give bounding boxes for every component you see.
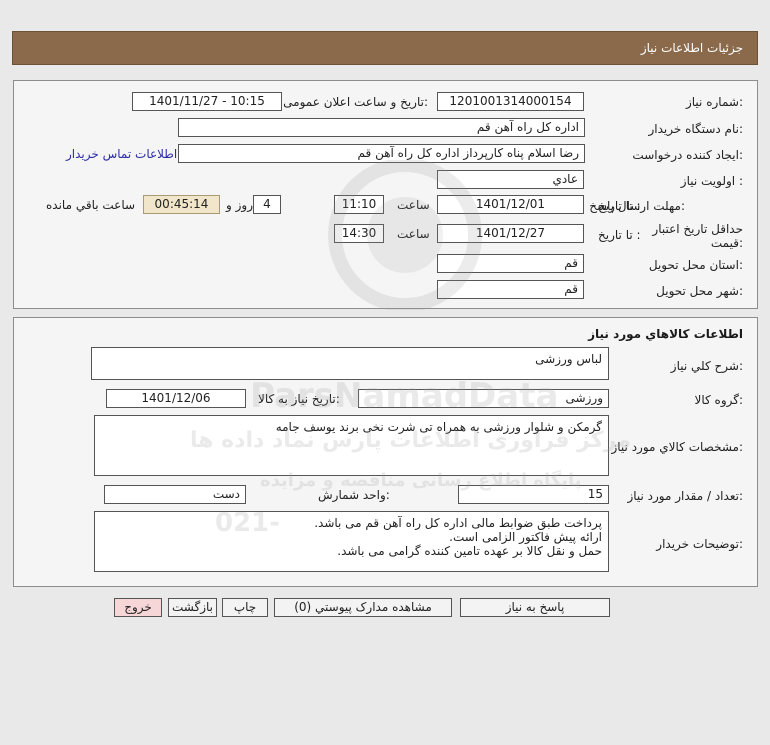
city-field[interactable]: قم <box>437 280 584 299</box>
reply-until-label: تا تاريخ : <box>598 199 641 213</box>
validity-label-1: حداقل تاريخ اعتبار <box>652 222 743 236</box>
city-label: شهر محل تحويل: <box>656 284 743 298</box>
specs-field[interactable]: گرمکن و شلوار ورزشی به همراه تی شرت نخی … <box>94 415 609 476</box>
reply-time-field[interactable]: 11:10 <box>334 195 384 214</box>
validity-time-label: ساعت <box>397 227 430 241</box>
attachments-button[interactable]: مشاهده مدارک پيوستي (0) <box>274 598 452 617</box>
buyer-note-line: حمل و نقل کالا بر عهده تامین کننده گرامی… <box>337 544 602 558</box>
buyer-note-line: ارائه پیش فاکتور الزامی است. <box>449 530 602 544</box>
quantity-field[interactable]: 15 <box>458 485 609 504</box>
validity-time-field[interactable]: 14:30 <box>334 224 384 243</box>
need-number-field[interactable]: 1201001314000154 <box>437 92 584 111</box>
buyer-org-field[interactable]: اداره کل راه آهن قم <box>178 118 585 137</box>
print-button[interactable]: چاپ <box>222 598 268 617</box>
announce-label: تاريخ و ساعت اعلان عمومی: <box>283 95 428 109</box>
page-title: جزئيات اطلاعات نياز <box>640 41 743 55</box>
priority-field[interactable]: عادي <box>437 170 584 189</box>
validity-until-label: تا تاريخ : <box>598 228 641 242</box>
priority-label: اولويت نياز : <box>680 174 743 188</box>
reply-button[interactable]: پاسخ به نياز <box>460 598 610 617</box>
quantity-label: تعداد / مقدار مورد نياز: <box>627 489 743 503</box>
remaining-label: ساعت باقي مانده <box>46 198 136 212</box>
group-field[interactable]: ورزشی <box>358 389 609 408</box>
days-label: روز و <box>226 198 253 212</box>
province-field[interactable]: قم <box>437 254 584 273</box>
buyer-org-label: نام دستگاه خريدار: <box>648 122 744 136</box>
summary-label: شرح کلي نياز: <box>670 359 743 373</box>
validity-date-field[interactable]: 1401/12/27 <box>437 224 584 243</box>
group-label: گروه کالا: <box>694 393 744 407</box>
need-info-panel <box>13 80 758 309</box>
reply-date-field[interactable]: 1401/12/01 <box>437 195 584 214</box>
buyer-notes-label: توضيحات خريدار: <box>656 537 743 551</box>
back-button[interactable]: بازگشت <box>168 598 217 617</box>
reply-time-label: ساعت <box>397 198 430 212</box>
unit-label: واحد شمارش: <box>318 488 390 502</box>
validity-label-2: قيمت: <box>710 236 743 250</box>
summary-field[interactable]: لباس ورزشی <box>91 347 609 380</box>
province-label: استان محل تحويل: <box>648 258 743 272</box>
specs-label: مشخصات کالاي مورد نياز: <box>611 440 743 454</box>
need-date-field[interactable]: 1401/12/06 <box>106 389 246 408</box>
buyer-note-line: پرداخت طبق ضوابط مالی اداره کل راه آهن ق… <box>314 516 602 530</box>
page-header: جزئيات اطلاعات نياز <box>12 31 758 65</box>
need-number-label: شماره نياز: <box>685 95 743 109</box>
requester-field[interactable]: رضا اسلام پناه کارپرداز اداره کل راه آهن… <box>178 144 585 163</box>
goods-section-title: اطلاعات کالاهاي مورد نياز <box>588 327 743 341</box>
buyer-notes-field[interactable]: پرداخت طبق ضوابط مالی اداره کل راه آهن ق… <box>94 511 609 572</box>
unit-field[interactable]: دست <box>104 485 246 504</box>
contact-buyer-link[interactable]: اطلاعات تماس خريدار <box>66 147 177 161</box>
days-remaining-field: 4 <box>253 195 281 214</box>
need-date-label: تاريخ نياز به کالا: <box>258 392 340 406</box>
requester-label: ايجاد کننده درخواست: <box>632 148 743 162</box>
announce-field[interactable]: 1401/11/27 - 10:15 <box>132 92 282 111</box>
exit-button[interactable]: خروج <box>114 598 162 617</box>
remaining-time-field: 00:45:14 <box>143 195 220 214</box>
